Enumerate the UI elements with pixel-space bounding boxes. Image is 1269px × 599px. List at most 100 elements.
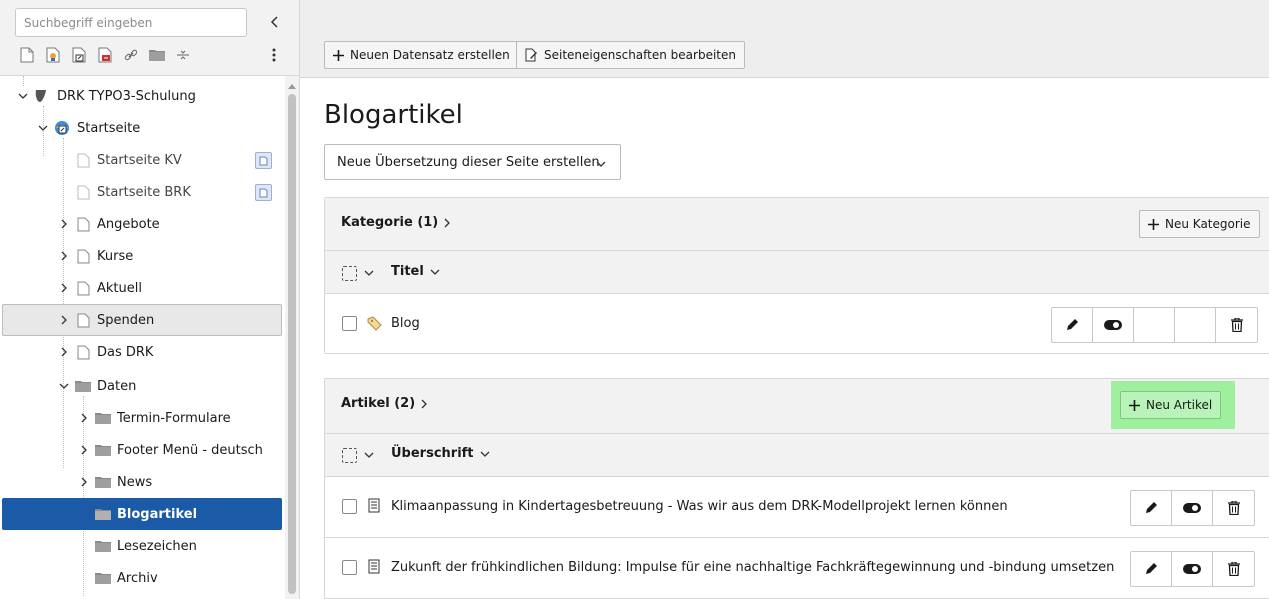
tree-item-label: Footer Menü - deutsch (117, 442, 263, 458)
edit-button[interactable] (1052, 308, 1093, 342)
toggle-visibility-button[interactable] (1172, 552, 1213, 586)
folder-icon (95, 474, 111, 490)
delete-button[interactable] (1216, 308, 1257, 342)
tree-item-root[interactable]: DRK TYPO3-Schulung (2, 80, 282, 112)
new-page-restricted-icon[interactable] (40, 44, 66, 66)
new-artikel-button[interactable]: Neu Artikel (1120, 391, 1222, 419)
row-title[interactable]: Blog (391, 316, 420, 331)
new-page-shortcut-icon[interactable] (66, 44, 92, 66)
tree-item-archiv[interactable]: Archiv (2, 562, 282, 594)
row-title[interactable]: Klimaanpassung in Kindertagesbetreuung -… (391, 499, 1008, 514)
chevron-right-icon (444, 218, 451, 227)
select-all-checkbox[interactable] (342, 448, 357, 463)
row-actions (1051, 307, 1258, 343)
column-label-text: Titel (391, 264, 424, 279)
new-record-button[interactable]: Neuen Datensatz erstellen (324, 41, 519, 69)
folder-icon (95, 442, 111, 458)
chevron-right-icon[interactable] (77, 475, 91, 489)
artikel-title[interactable]: Artikel (2) (341, 396, 428, 411)
tree-item-lesezeichen[interactable]: Lesezeichen (2, 530, 282, 562)
row-checkbox[interactable] (342, 499, 357, 514)
tree-item-blogartikel[interactable]: Blogartikel (2, 498, 282, 530)
trash-icon (1230, 318, 1243, 332)
tree-item-kurse[interactable]: Kurse (2, 240, 282, 272)
scroll-up-icon[interactable] (287, 82, 297, 90)
chevron-down-icon[interactable] (36, 121, 50, 135)
chevron-right-icon[interactable] (57, 313, 71, 327)
divider-icon[interactable] (170, 44, 196, 66)
titel-column-label[interactable]: Titel (391, 264, 440, 279)
row-checkbox[interactable] (342, 560, 357, 575)
toggle-visibility-button[interactable] (1172, 491, 1213, 525)
edit-button[interactable] (1131, 491, 1172, 525)
collapse-sidebar-icon[interactable] (264, 11, 286, 33)
chevron-right-icon[interactable] (77, 443, 91, 457)
tree-item-daten[interactable]: Daten (2, 370, 282, 402)
kategorie-panel: Kategorie (1) Neu Kategorie Titel Blog (324, 197, 1269, 354)
chevron-right-icon[interactable] (57, 249, 71, 263)
column-label-text: Überschrift (391, 446, 474, 461)
chevron-right-icon[interactable] (77, 411, 91, 425)
empty-action-slot (1175, 308, 1216, 342)
row-checkbox[interactable] (342, 316, 357, 331)
delete-button[interactable] (1213, 491, 1254, 525)
chevron-down-icon[interactable] (16, 89, 30, 103)
tree-item-label: Das DRK (97, 344, 154, 360)
folder-icon (95, 506, 111, 522)
tree-item-label: Startseite KV (97, 152, 182, 168)
table-row: Zukunft der frühkindlichen Bildung: Impu… (325, 538, 1269, 599)
tree-item-label: Lesezeichen (117, 538, 197, 554)
chevron-down-icon[interactable] (364, 270, 374, 276)
new-page-icon[interactable] (14, 44, 40, 66)
chevron-down-icon[interactable] (364, 452, 374, 458)
row-title[interactable]: Zukunft der frühkindlichen Bildung: Impu… (391, 560, 1114, 575)
folder-icon (95, 410, 111, 426)
delete-button[interactable] (1213, 552, 1254, 586)
tree-item-label: Archiv (117, 570, 158, 586)
tree-item-startseite-brk[interactable]: Startseite BRK (2, 176, 282, 208)
toggle-icon (1183, 564, 1201, 574)
kategorie-column-header: Titel (325, 251, 1269, 294)
tree-scrollbar[interactable] (285, 80, 299, 599)
tree-item-spenden[interactable]: Spenden (2, 304, 282, 336)
tree-item-news[interactable]: News (2, 466, 282, 498)
translation-select[interactable]: Neue Übersetzung dieser Seite erstellen (324, 144, 621, 180)
tree-item-label: DRK TYPO3-Schulung (57, 88, 196, 104)
chevron-down-icon (596, 156, 606, 171)
tree-item-label: News (117, 474, 153, 490)
translation-icon (255, 152, 272, 169)
plus-icon (333, 49, 344, 61)
tree-item-das-drk[interactable]: Das DRK (2, 336, 282, 368)
home-page-icon (54, 120, 70, 136)
folder-icon (75, 378, 91, 394)
tree-item-aktuell[interactable]: Aktuell (2, 272, 282, 304)
select-all-checkbox[interactable] (342, 266, 357, 281)
tree-item-termin-formulare[interactable]: Termin-Formulare (2, 402, 282, 434)
kategorie-title-text: Kategorie (1) (341, 215, 439, 230)
chevron-right-icon[interactable] (57, 217, 71, 231)
scroll-thumb[interactable] (288, 94, 296, 594)
new-kategorie-button[interactable]: Neu Kategorie (1139, 210, 1260, 238)
edit-button[interactable] (1131, 552, 1172, 586)
edit-page-icon (525, 48, 537, 62)
more-options-icon[interactable] (264, 44, 284, 66)
chevron-right-icon[interactable] (57, 345, 71, 359)
chevron-right-icon[interactable] (57, 281, 71, 295)
search-input[interactable] (15, 8, 247, 37)
tree-item-label: Kurse (97, 248, 134, 264)
tree-item-startseite-kv[interactable]: Startseite KV (2, 144, 282, 176)
link-icon[interactable] (118, 44, 144, 66)
tree-item-label: Startseite (77, 120, 141, 136)
kategorie-title[interactable]: Kategorie (1) (341, 215, 451, 230)
tree-item-angebote[interactable]: Angebote (2, 208, 282, 240)
page-disabled-icon (75, 152, 91, 168)
folder-icon[interactable] (144, 44, 170, 66)
ueberschrift-column-label[interactable]: Überschrift (391, 446, 490, 461)
tree-item-startseite[interactable]: Startseite (2, 112, 282, 144)
toggle-visibility-button[interactable] (1093, 308, 1134, 342)
edit-page-properties-button[interactable]: Seiteneigenschaften bearbeiten (516, 41, 745, 69)
new-page-external-icon[interactable] (92, 44, 118, 66)
tree-item-footer-menu[interactable]: Footer Menü - deutsch (2, 434, 282, 466)
translation-icon (255, 184, 272, 201)
chevron-down-icon[interactable] (57, 379, 71, 393)
